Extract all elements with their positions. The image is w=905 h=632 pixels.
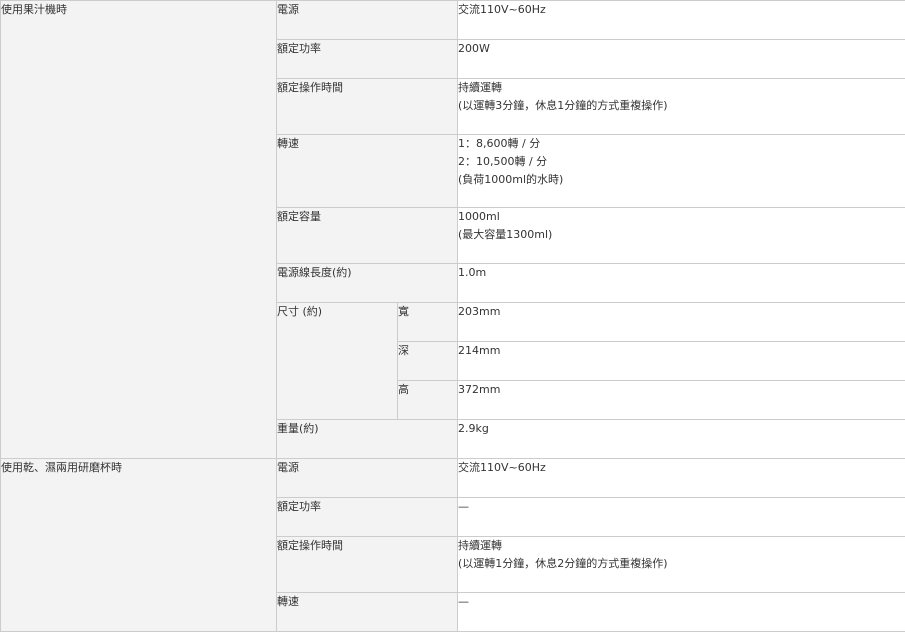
spec-label-cell: 額定操作時間	[277, 537, 458, 593]
spec-label-cell: 尺寸 (約)	[277, 303, 398, 420]
spec-table: 使用果汁機時 電源 交流110V~60Hz 額定功率 200W 額定操作時間 持…	[0, 0, 905, 632]
spec-value-line: (負荷1000ml的水時)	[458, 171, 905, 189]
spec-label: 重量(約)	[277, 420, 457, 438]
dimension-sub-label-cell: 深	[398, 342, 458, 381]
group-header-juicer: 使用果汁機時	[1, 1, 277, 459]
spec-value-cell: 1000ml (最大容量1300ml)	[458, 208, 905, 264]
table-row: 使用乾、濕兩用研磨杯時 電源 交流110V~60Hz	[1, 459, 905, 498]
spec-label: 電源	[277, 459, 457, 477]
spec-label-cell: 轉速	[277, 593, 458, 632]
spec-value-line: 1：8,600轉 / 分	[458, 135, 905, 153]
spec-value-cell: —	[458, 498, 905, 537]
spec-value-line: (以運轉1分鐘，休息2分鐘的方式重複操作)	[458, 555, 905, 573]
spec-value-cell: 372mm	[458, 381, 905, 420]
spec-label-cell: 電源線長度(約)	[277, 264, 458, 303]
spec-label: 電源	[277, 1, 457, 19]
spec-value-line: 持續運轉	[458, 537, 905, 555]
spec-label-cell: 額定功率	[277, 498, 458, 537]
spec-label-cell: 轉速	[277, 135, 458, 208]
group-header-grinder: 使用乾、濕兩用研磨杯時	[1, 459, 277, 632]
dimension-sub-label: 深	[398, 342, 457, 360]
spec-value: 交流110V~60Hz	[458, 459, 905, 477]
spec-value-cell: 214mm	[458, 342, 905, 381]
spec-value: 1.0m	[458, 264, 905, 282]
table-row: 使用果汁機時 電源 交流110V~60Hz	[1, 1, 905, 40]
spec-value: —	[458, 498, 905, 516]
spec-value-line: 1000ml	[458, 208, 905, 226]
spec-value-cell: 1：8,600轉 / 分 2：10,500轉 / 分 (負荷1000ml的水時)	[458, 135, 905, 208]
spec-value-cell: 1.0m	[458, 264, 905, 303]
spec-value-cell: 持續運轉 (以運轉3分鐘，休息1分鐘的方式重複操作)	[458, 79, 905, 135]
spec-label: 額定功率	[277, 40, 457, 58]
spec-value-cell: 交流110V~60Hz	[458, 459, 905, 498]
spec-value-cell: 2.9kg	[458, 420, 905, 459]
spec-value: 372mm	[458, 381, 905, 399]
spec-label-cell: 電源	[277, 459, 458, 498]
spec-label-cell: 重量(約)	[277, 420, 458, 459]
spec-value-cell: 200W	[458, 40, 905, 79]
spec-label-cell: 額定操作時間	[277, 79, 458, 135]
group-label: 使用乾、濕兩用研磨杯時	[1, 459, 276, 477]
spec-value-line: (以運轉3分鐘，休息1分鐘的方式重複操作)	[458, 97, 905, 115]
spec-value-cell: —	[458, 593, 905, 632]
spec-label-cell: 額定容量	[277, 208, 458, 264]
spec-label: 額定操作時間	[277, 79, 457, 97]
spec-label: 轉速	[277, 593, 457, 611]
spec-label: 電源線長度(約)	[277, 264, 457, 282]
spec-label: 額定容量	[277, 208, 457, 226]
spec-value: 2.9kg	[458, 420, 905, 438]
dimension-sub-label: 高	[398, 381, 457, 399]
spec-label-cell: 電源	[277, 1, 458, 40]
dimension-sub-label-cell: 寬	[398, 303, 458, 342]
spec-label-cell: 額定功率	[277, 40, 458, 79]
spec-value: 214mm	[458, 342, 905, 360]
spec-value-line: 持續運轉	[458, 79, 905, 97]
spec-label: 轉速	[277, 135, 457, 153]
dimension-sub-label: 寬	[398, 303, 457, 321]
spec-value-cell: 203mm	[458, 303, 905, 342]
spec-value: 200W	[458, 40, 905, 58]
group-label: 使用果汁機時	[1, 1, 276, 19]
spec-value: 203mm	[458, 303, 905, 321]
spec-label: 額定操作時間	[277, 537, 457, 555]
spec-value-line: 2：10,500轉 / 分	[458, 153, 905, 171]
spec-label: 額定功率	[277, 498, 457, 516]
spec-value-cell: 交流110V~60Hz	[458, 1, 905, 40]
spec-value-line: (最大容量1300ml)	[458, 226, 905, 244]
dimension-sub-label-cell: 高	[398, 381, 458, 420]
spec-label: 尺寸 (約)	[277, 303, 397, 321]
spec-value: —	[458, 593, 905, 611]
spec-value: 交流110V~60Hz	[458, 1, 905, 19]
spec-value-cell: 持續運轉 (以運轉1分鐘，休息2分鐘的方式重複操作)	[458, 537, 905, 593]
